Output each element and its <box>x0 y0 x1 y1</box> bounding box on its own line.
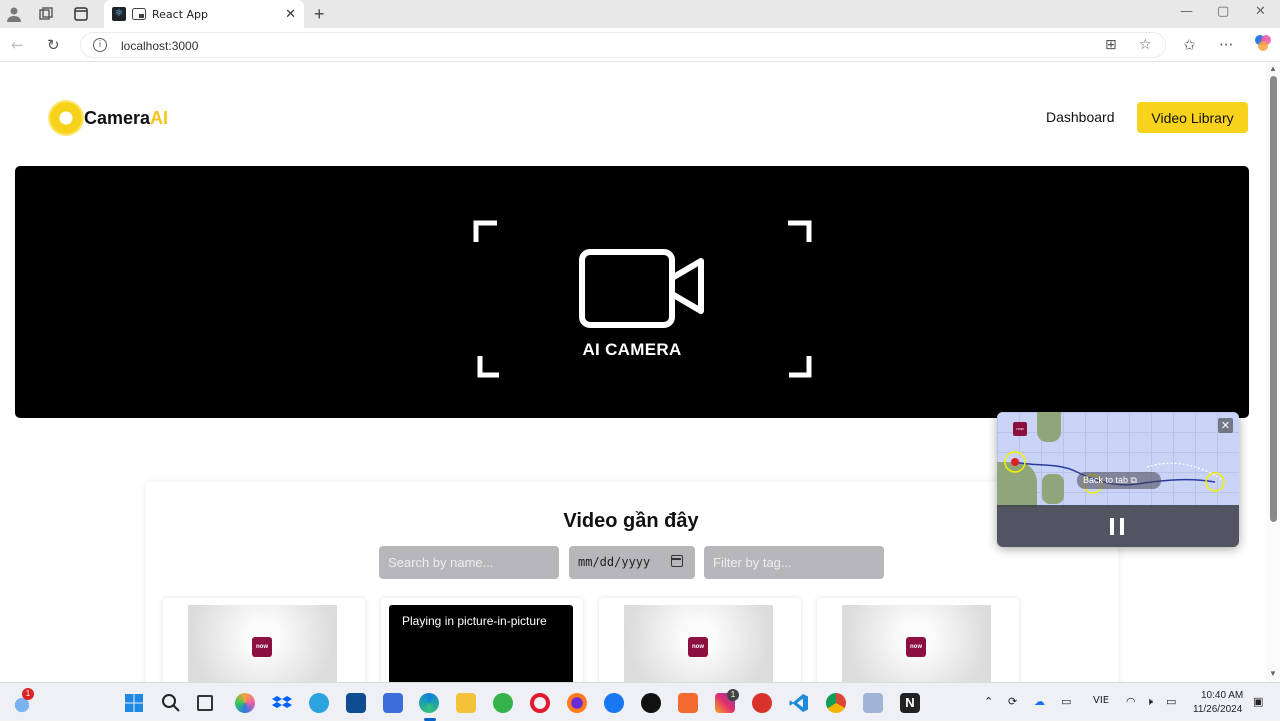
channel-badge-icon: now <box>688 637 708 657</box>
wps-office-icon[interactable] <box>752 693 772 713</box>
edge-browser-icon[interactable] <box>419 693 439 713</box>
vscode-icon[interactable] <box>789 693 809 713</box>
scrollbar-thumb[interactable] <box>1270 76 1277 522</box>
clock-date[interactable]: 11/26/2024 <box>1193 704 1242 715</box>
search-icon[interactable] <box>161 693 181 713</box>
store-icon[interactable] <box>383 693 403 713</box>
picture-in-picture-window[interactable]: now Back to tab ⧉ ✕ <box>997 412 1239 547</box>
tag-filter-input[interactable] <box>704 546 884 579</box>
video-thumbnail[interactable]: now <box>842 605 991 685</box>
nav-video-library-button[interactable]: Video Library <box>1137 102 1248 133</box>
date-filter-input[interactable]: mm/dd/yyyy <box>569 546 695 579</box>
pause-icon[interactable] <box>1110 518 1124 535</box>
tab-close-icon[interactable]: ✕ <box>285 6 296 22</box>
notifications-icon[interactable]: ▣ <box>1253 695 1263 708</box>
weather-badge: 1 <box>22 688 34 700</box>
task-view-icon[interactable] <box>197 695 213 711</box>
facebook-icon[interactable] <box>604 693 624 713</box>
tab-actions-icon[interactable] <box>72 5 90 23</box>
channel-badge-icon: now <box>906 637 926 657</box>
tiktok-icon[interactable] <box>641 693 661 713</box>
refresh-icon[interactable]: ↻ <box>47 36 60 54</box>
favorites-icon[interactable]: ✩ <box>1183 36 1196 54</box>
xampp-icon[interactable] <box>678 693 698 713</box>
dropbox-icon[interactable] <box>272 693 292 713</box>
search-input[interactable] <box>379 546 559 579</box>
calendar-icon[interactable] <box>671 555 683 567</box>
tab-title: React App <box>152 7 209 21</box>
page-scrollbar[interactable]: ▲ ▼ <box>1266 62 1280 682</box>
web-page: CameraAI Dashboard Video Library AI CAME… <box>0 62 1266 682</box>
logo[interactable]: CameraAI <box>50 102 168 134</box>
window-close-icon[interactable]: ✕ <box>1255 4 1266 19</box>
language-indicator[interactable]: VIE <box>1093 695 1109 706</box>
windows-start-icon[interactable] <box>124 693 144 713</box>
workspaces-icon[interactable] <box>37 5 55 23</box>
video-thumbnail[interactable]: now <box>188 605 337 685</box>
firefox-icon[interactable] <box>567 693 587 713</box>
telegram-icon[interactable] <box>309 693 329 713</box>
more-menu-icon[interactable]: ··· <box>1219 36 1233 54</box>
app-available-icon[interactable]: ⊞ <box>1105 37 1117 53</box>
new-tab-button[interactable]: + <box>314 4 325 25</box>
scroll-up-icon[interactable]: ▲ <box>1269 64 1277 73</box>
battery-icon[interactable]: ▭ <box>1166 695 1176 708</box>
sql-tool-icon[interactable] <box>346 693 366 713</box>
wifi-icon[interactable]: ◠ <box>1126 695 1136 708</box>
maximize-icon[interactable]: ▢ <box>1217 4 1229 19</box>
chrome-icon[interactable] <box>826 693 846 713</box>
file-explorer-icon[interactable] <box>456 693 476 713</box>
back-to-tab-label: Back to tab <box>1083 475 1129 485</box>
pip-channel-badge-icon: now <box>1013 422 1027 436</box>
copilot-app-icon[interactable] <box>235 693 255 713</box>
copilot-icon[interactable] <box>1254 34 1272 56</box>
device-icon[interactable]: ▭ <box>1061 695 1071 708</box>
hero-banner: AI CAMERA <box>15 166 1249 418</box>
external-link-icon: ⧉ <box>1130 475 1137 485</box>
video-camera-icon <box>579 249 704 328</box>
clock-time[interactable]: 10:40 AM <box>1201 690 1243 701</box>
snipping-tool-icon[interactable] <box>863 693 883 713</box>
channel-badge-icon: now <box>252 637 272 657</box>
browser-tab-bar: ⚛ React App ✕ + — ▢ ✕ <box>0 0 1280 28</box>
pip-indicator-icon <box>132 8 146 20</box>
show-hidden-icons-icon[interactable]: ⌃ <box>984 695 993 708</box>
opera-icon[interactable] <box>530 693 550 713</box>
hero-label: AI CAMERA <box>582 340 682 359</box>
favorite-star-icon[interactable]: ☆ <box>1139 37 1152 53</box>
nav-dashboard-link[interactable]: Dashboard <box>1046 109 1115 125</box>
site-info-icon[interactable]: i <box>93 38 107 52</box>
windows-taskbar: 1 1 N ⌃ ⟳ ☁ ▭ VIE ◠ 🕨 ▭ 10:40 AM 11/26/2… <box>0 682 1280 721</box>
logo-text-main: Camera <box>84 107 151 128</box>
notion-icon[interactable]: N <box>900 693 920 713</box>
scroll-down-icon[interactable]: ▼ <box>1269 669 1277 678</box>
sun-logo-icon <box>50 102 82 134</box>
url-text[interactable]: localhost:3000 <box>121 39 198 53</box>
pip-message: Playing in picture-in-picture <box>402 614 547 628</box>
tab-react-app[interactable]: ⚛ React App ✕ <box>104 0 304 28</box>
coc-coc-icon[interactable] <box>493 693 513 713</box>
muted-speaker-icon[interactable]: 🕨 <box>1146 695 1153 709</box>
instagram-badge: 1 <box>727 689 739 701</box>
address-bar[interactable]: i localhost:3000 ⊞ ☆ <box>80 32 1166 58</box>
back-icon[interactable]: ← <box>11 36 24 54</box>
back-to-tab-button[interactable]: Back to tab ⧉ <box>1077 472 1161 489</box>
pip-close-icon[interactable]: ✕ <box>1218 418 1233 433</box>
video-player-pip[interactable]: Playing in picture-in-picture <box>389 605 573 685</box>
video-thumbnail[interactable]: now <box>624 605 773 685</box>
refresh-sync-icon[interactable]: ⟳ <box>1008 695 1017 708</box>
react-favicon-icon: ⚛ <box>112 7 126 21</box>
storm-track-graphic <box>1004 451 1225 494</box>
camera-frame-graphic <box>473 220 812 378</box>
address-toolbar: ← ↻ i localhost:3000 ⊞ ☆ ✩ ··· <box>0 28 1280 62</box>
minimize-icon[interactable]: — <box>1180 4 1193 19</box>
logo-text-accent: AI <box>150 107 169 128</box>
profile-icon[interactable] <box>5 5 23 23</box>
date-placeholder: mm/dd/yyyy <box>578 555 651 569</box>
onedrive-icon[interactable]: ☁ <box>1034 695 1045 708</box>
